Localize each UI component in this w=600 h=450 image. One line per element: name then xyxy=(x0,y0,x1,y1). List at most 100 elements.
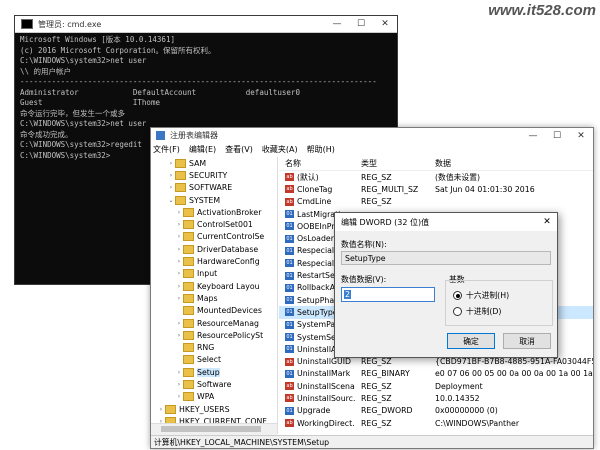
value-row[interactable]: 01 Upgrade REG_DWORD 0x00000000 (0) xyxy=(279,405,593,417)
cancel-button[interactable]: 取消 xyxy=(503,333,551,349)
tree-item[interactable]: MountedDevices xyxy=(151,305,277,317)
folder-icon xyxy=(175,158,186,168)
minimize-icon[interactable]: — xyxy=(325,19,349,29)
column-header-name[interactable]: 名称 xyxy=(279,158,355,169)
chevron-right-icon[interactable]: › xyxy=(175,258,183,265)
tree-item[interactable]: › Setup xyxy=(151,366,277,378)
chevron-right-icon[interactable]: › xyxy=(175,381,183,388)
menu-view[interactable]: 查看(V) xyxy=(225,144,253,155)
radio-dec[interactable]: 十进制(D) xyxy=(453,306,501,317)
value-data-cell: e0 07 06 00 05 00 0a 00 0a 00 1a 00 1a 0… xyxy=(435,369,593,379)
close-icon[interactable]: ✕ xyxy=(569,131,593,141)
folder-icon xyxy=(165,404,176,414)
value-name-cell: ab UninstallSourc... xyxy=(279,394,355,403)
string-value-icon: ab xyxy=(285,197,294,206)
menu-file[interactable]: 文件(F) xyxy=(153,144,180,155)
binary-value-icon: 01 xyxy=(285,333,294,341)
tree-item[interactable]: Select xyxy=(151,354,277,366)
value-row[interactable]: ab UninstallSourc... REG_SZ 10.0.14352 xyxy=(279,392,593,404)
chevron-right-icon[interactable]: › xyxy=(167,160,175,167)
tree-item[interactable]: › SECURITY xyxy=(151,169,277,181)
cmd-titlebar[interactable]: 管理员: cmd.exe — ☐ ✕ xyxy=(15,16,397,33)
tree-item[interactable]: › ActivationBroker xyxy=(151,206,277,218)
chevron-right-icon[interactable]: › xyxy=(175,209,183,216)
menu-favorites[interactable]: 收藏夹(A) xyxy=(262,144,298,155)
tree-item[interactable]: › WPA xyxy=(151,391,277,403)
regedit-titlebar[interactable]: 注册表编辑器 — ☐ ✕ xyxy=(151,128,593,143)
tree-item[interactable]: › HKEY_USERS xyxy=(151,403,277,415)
tree-item[interactable]: › Input xyxy=(151,268,277,280)
menu-edit[interactable]: 编辑(E) xyxy=(189,144,216,155)
tree-item[interactable]: › SOFTWARE xyxy=(151,182,277,194)
value-data-cell: (数值未设置) xyxy=(435,172,481,182)
tree-item[interactable]: › SAM xyxy=(151,157,277,169)
chevron-right-icon[interactable]: › xyxy=(167,172,175,179)
tree-item[interactable]: RNG xyxy=(151,341,277,353)
value-data-input[interactable]: 2 xyxy=(341,287,435,302)
chevron-right-icon[interactable]: › xyxy=(175,320,183,327)
tree-item[interactable]: › Maps xyxy=(151,292,277,304)
tree-horizontal-scrollbar[interactable] xyxy=(151,423,277,435)
tree-item[interactable]: › DriverDatabase xyxy=(151,243,277,255)
tree-item[interactable]: › CurrentControlSe xyxy=(151,231,277,243)
tree-item[interactable]: › ResourceManag xyxy=(151,317,277,329)
value-data-cell: 0x00000000 (0) xyxy=(435,406,498,416)
cmd-app-icon xyxy=(21,19,33,29)
chevron-right-icon[interactable]: › xyxy=(175,246,183,253)
tree-item[interactable]: › Software xyxy=(151,378,277,390)
tree-item-label: SAM xyxy=(189,158,207,168)
chevron-right-icon[interactable]: › xyxy=(175,393,183,400)
folder-icon xyxy=(183,392,194,402)
radio-hex[interactable]: 十六进制(H) xyxy=(453,290,509,301)
value-row[interactable]: ab CmdLine REG_SZ xyxy=(279,196,593,208)
minimize-icon[interactable]: — xyxy=(521,131,545,141)
chevron-right-icon[interactable]: › xyxy=(175,332,183,339)
value-row[interactable]: ab WorkingDirect... REG_SZ C:\WINDOWS\Panth… xyxy=(279,417,593,429)
values-header: 名称 类型 数据 xyxy=(279,157,593,171)
value-name-text: UninstallMark xyxy=(297,369,351,379)
tree-item[interactable]: › HardwareConfig xyxy=(151,255,277,267)
maximize-icon[interactable]: ☐ xyxy=(349,19,373,29)
dialog-titlebar[interactable]: 编辑 DWORD (32 位)值 ✕ xyxy=(335,213,557,231)
chevron-down-icon[interactable]: ⌄ xyxy=(167,197,175,204)
chevron-right-icon[interactable]: › xyxy=(175,295,183,302)
chevron-right-icon[interactable]: › xyxy=(175,221,183,228)
value-name-cell: ab UninstallGUID xyxy=(279,357,355,366)
tree-item[interactable]: › ResourcePolicySt xyxy=(151,329,277,341)
chevron-right-icon[interactable]: › xyxy=(175,270,183,277)
chevron-right-icon[interactable]: › xyxy=(175,283,183,290)
value-data-cell: Sat Jun 04 01:01:30 2016 xyxy=(435,184,535,194)
value-row[interactable]: abUninstallScena... REG_SZ Deployment xyxy=(279,380,593,392)
binary-value-icon: 01 xyxy=(285,296,294,305)
value-name-field: SetupType xyxy=(341,251,551,265)
maximize-icon[interactable]: ☐ xyxy=(545,131,569,141)
scrollbar-thumb[interactable] xyxy=(161,426,261,432)
folder-icon xyxy=(183,281,194,291)
menu-help[interactable]: 帮助(H) xyxy=(307,144,335,155)
column-header-type[interactable]: 类型 xyxy=(355,158,431,169)
radio-hex-indicator[interactable] xyxy=(453,291,462,300)
value-type-cell: REG_BINARY xyxy=(361,369,410,379)
column-header-data[interactable]: 数据 xyxy=(431,158,593,169)
tree-item-label: WPA xyxy=(197,392,215,402)
chevron-right-icon[interactable]: › xyxy=(175,233,183,240)
value-type-cell: REG_MULTI_SZ xyxy=(361,184,419,194)
binary-value-icon: 01 xyxy=(285,222,294,231)
chevron-right-icon[interactable]: › xyxy=(175,369,183,376)
tree-item[interactable]: ⌄ SYSTEM xyxy=(151,194,277,206)
ok-button[interactable]: 确定 xyxy=(447,333,495,349)
chevron-right-icon[interactable]: › xyxy=(167,184,175,191)
value-row[interactable]: ab CloneTag REG_MULTI_SZ Sat Jun 04 01:01:3… xyxy=(279,183,593,195)
tree-item[interactable]: › Keyboard Layou xyxy=(151,280,277,292)
binary-value-icon: 01 xyxy=(285,210,294,219)
radio-dec-indicator[interactable] xyxy=(453,307,462,316)
value-row[interactable]: 01 UninstallMark REG_BINARY e0 07 06 00 05 … xyxy=(279,368,593,380)
close-icon[interactable]: ✕ xyxy=(537,217,557,227)
tree-item-label: ControlSet001 xyxy=(197,220,253,230)
close-icon[interactable]: ✕ xyxy=(373,19,397,29)
console-line: ----------------------------------------… xyxy=(20,77,377,86)
tree-item[interactable]: › ControlSet001 xyxy=(151,218,277,230)
chevron-right-icon[interactable]: › xyxy=(157,406,165,413)
string-value-icon: ab xyxy=(285,394,294,403)
value-row[interactable]: ab (默认) REG_SZ (数值未设置) xyxy=(279,171,593,183)
